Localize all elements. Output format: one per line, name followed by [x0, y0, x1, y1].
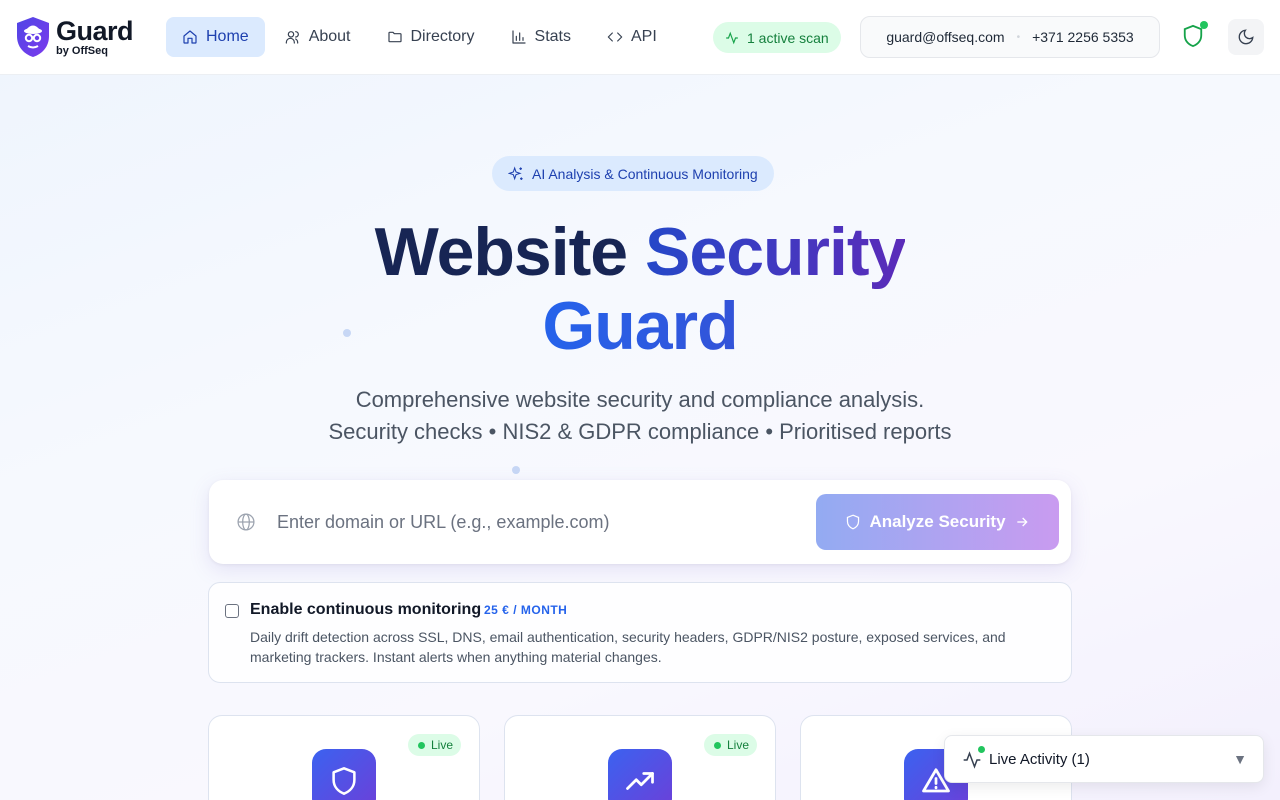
security-status-button[interactable]: [1182, 21, 1208, 50]
live-badge-label: Live: [430, 738, 453, 752]
hero-title-word-2: Security: [645, 214, 906, 290]
contact-info: guard@offseq.com • +371 2256 5353: [860, 16, 1160, 58]
live-dot: [713, 741, 721, 749]
contact-email[interactable]: guard@offseq.com: [886, 29, 1004, 45]
users-icon: [285, 31, 299, 44]
status-online-dot: [1200, 21, 1208, 29]
activity-icon: [962, 746, 985, 770]
shield-spy-icon: [17, 17, 49, 57]
arrow-right-icon: [1016, 517, 1028, 527]
separator-dot: •: [1016, 31, 1021, 43]
monitoring-option: Enable continuous monitoring 25 € / MONT…: [208, 582, 1072, 683]
nav-directory[interactable]: Directory: [371, 17, 491, 57]
monitoring-price: 25 € / MONTH: [484, 603, 568, 617]
feature-icon-box: [608, 749, 672, 800]
nav-about-label: About: [308, 28, 351, 45]
nav-home[interactable]: Home: [166, 17, 265, 57]
hero-title: Website Security Guard: [0, 215, 1280, 363]
sparkles-icon: [508, 165, 523, 180]
decorative-dot: [512, 466, 520, 474]
main-nav: Home About Directory Stats API: [166, 17, 673, 57]
feature-icon-box: [312, 749, 376, 800]
hero-badge: AI Analysis & Continuous Monitoring: [492, 156, 774, 191]
brand-sub: by OffSeq: [56, 44, 108, 57]
analyze-button-label: Analyze Security: [869, 512, 1006, 531]
hero-badge-label: AI Analysis & Continuous Monitoring: [532, 165, 758, 182]
monitoring-title[interactable]: Enable continuous monitoring: [250, 601, 481, 619]
brand-logo[interactable]: Guard by OffSeq: [16, 15, 134, 58]
folder-icon: [387, 31, 402, 43]
nav-api-label: API: [630, 28, 657, 45]
live-activity-panel[interactable]: Live Activity (1) ▼: [944, 735, 1264, 783]
moon-icon: [1238, 29, 1254, 45]
hero-title-word-3: Guard: [542, 288, 738, 364]
hero-subtitle: Comprehensive website security and compl…: [0, 384, 1280, 448]
code-icon: [607, 32, 623, 42]
nav-stats[interactable]: Stats: [495, 17, 587, 57]
activity-live-dot: [978, 746, 985, 753]
live-badge: Live: [703, 734, 757, 756]
chevron-down-icon[interactable]: ▼: [1233, 751, 1247, 767]
analyze-security-button[interactable]: Analyze Security: [816, 494, 1059, 550]
domain-input[interactable]: [277, 506, 797, 538]
nav-stats-label: Stats: [534, 28, 571, 45]
theme-toggle-button[interactable]: [1228, 19, 1264, 55]
shield-icon: [847, 514, 860, 530]
hero-subtitle-line-1: Comprehensive website security and compl…: [355, 387, 925, 412]
home-icon: [183, 30, 197, 44]
monitoring-checkbox[interactable]: [225, 604, 239, 618]
feature-card-trends[interactable]: Live: [504, 715, 776, 800]
search-card: Analyze Security: [209, 480, 1071, 564]
shield-icon: [332, 767, 356, 795]
active-scan-badge[interactable]: 1 active scan: [713, 22, 841, 53]
live-dot: [417, 741, 425, 749]
contact-phone[interactable]: +371 2256 5353: [1032, 29, 1134, 45]
nav-directory-label: Directory: [410, 28, 475, 45]
hero-subtitle-line-2: Security checks • NIS2 & GDPR compliance…: [328, 419, 952, 444]
feature-card-security[interactable]: Live: [208, 715, 480, 800]
live-activity-label: Live Activity (1): [989, 751, 1090, 768]
top-header: Guard by OffSeq Home About Directory Sta…: [0, 0, 1280, 75]
active-scan-label: 1 active scan: [747, 29, 829, 46]
trending-up-icon: [626, 772, 654, 790]
nav-home-label: Home: [206, 28, 249, 45]
activity-icon: [726, 31, 738, 44]
bar-chart-icon: [511, 30, 526, 44]
hero-title-word-1: Website: [374, 214, 628, 290]
nav-about[interactable]: About: [269, 17, 367, 57]
brand-name: Guard: [56, 15, 134, 46]
nav-api[interactable]: API: [591, 17, 673, 57]
live-badge-label: Live: [726, 738, 749, 752]
live-badge: Live: [407, 734, 461, 756]
globe-icon: [236, 512, 256, 532]
monitoring-description: Daily drift detection across SSL, DNS, e…: [250, 629, 1006, 665]
